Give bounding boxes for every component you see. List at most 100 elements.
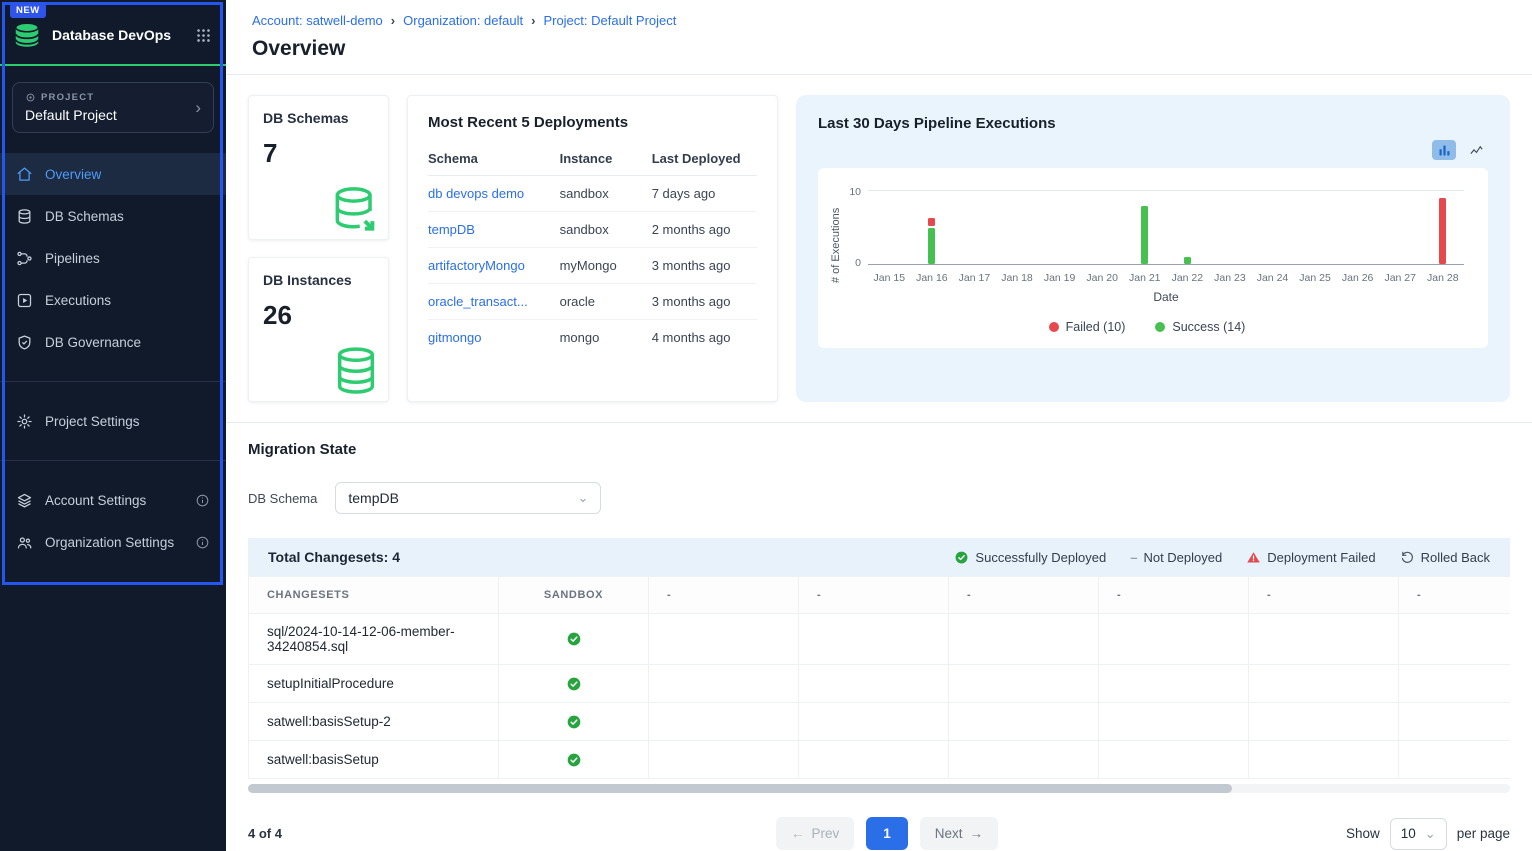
x-tick-label: Jan 25: [1294, 272, 1337, 284]
chevron-down-icon: ⌄: [577, 490, 588, 506]
sidebar-item-pipelines[interactable]: Pipelines: [0, 237, 226, 279]
info-icon[interactable]: [195, 493, 210, 508]
sidebar-item-label: DB Schemas: [45, 209, 124, 224]
chart-panel: # of Executions 10 0 Jan 15Jan 16Jan 17J…: [818, 168, 1488, 348]
page-title: Overview: [252, 37, 1506, 61]
column-header-empty: -: [949, 577, 1099, 614]
changeset-name: sql/2024-10-14-12-06-member-34240854.sql: [249, 614, 499, 665]
breadcrumb-organization-link[interactable]: Organization: default: [403, 13, 523, 28]
changeset-name: satwell:basisSetup-2: [249, 703, 499, 741]
shield-icon: [16, 334, 33, 351]
breadcrumb-account-link[interactable]: Account: satwell-demo: [252, 13, 383, 28]
divider: [0, 460, 226, 461]
x-tick-label: Jan 18: [996, 272, 1039, 284]
failed-bar-segment: [1439, 198, 1446, 264]
sidebar-item-account-settings[interactable]: Account Settings: [0, 479, 226, 521]
schema-filter-row: DB Schema tempDB ⌄: [248, 482, 1510, 514]
topbar: Account: satwell-demo › Organization: de…: [226, 0, 1532, 75]
schema-link[interactable]: db devops demo: [428, 186, 524, 201]
recent-deployments-table: Schema Instance Last Deployed db devops …: [428, 143, 757, 355]
prev-page-button[interactable]: ← Prev: [776, 817, 854, 850]
legend-item-success: Success (14): [1155, 320, 1245, 334]
breadcrumb-separator-icon: ›: [531, 13, 535, 28]
bar-column: [1294, 191, 1337, 264]
db-instances-card: DB Instances 26: [248, 257, 389, 402]
breadcrumb-project-link[interactable]: Project: Default Project: [543, 13, 676, 28]
changesets-table: CHANGESETS SANDBOX - - - - - - sql/2024-: [248, 576, 1510, 779]
bar-column: [911, 191, 954, 264]
deployment-row: artifactoryMongo myMongo 3 months ago: [428, 248, 757, 284]
horizontal-scrollbar-track[interactable]: [248, 784, 1510, 793]
changeset-name: satwell:basisSetup: [249, 741, 499, 779]
db-schema-select[interactable]: tempDB ⌄: [335, 482, 601, 514]
bar-chart-toggle-icon[interactable]: [1432, 140, 1456, 160]
sidebar-item-db-governance[interactable]: DB Governance: [0, 321, 226, 363]
y-axis-ticks: 10 0: [844, 186, 868, 269]
project-selector[interactable]: PROJECT Default Project ›: [12, 82, 214, 133]
column-header-last-deployed: Last Deployed: [652, 143, 757, 176]
column-header-empty: -: [1399, 577, 1511, 614]
schema-link[interactable]: gitmongo: [428, 330, 481, 345]
instance-cell: mongo: [560, 320, 652, 356]
failed-bar-segment: [928, 218, 935, 225]
x-tick-label: Jan 21: [1123, 272, 1166, 284]
line-chart-toggle-icon[interactable]: [1464, 140, 1488, 160]
horizontal-scrollbar-thumb[interactable]: [248, 784, 1232, 793]
project-label: PROJECT: [41, 92, 94, 103]
pagination-controls: ← Prev 1 Next →: [428, 817, 1346, 850]
apps-grid-icon[interactable]: [195, 27, 212, 44]
instance-cell: myMongo: [560, 248, 652, 284]
chart-x-labels: Jan 15Jan 16Jan 17Jan 18Jan 19Jan 20Jan …: [868, 272, 1464, 284]
changeset-row: satwell:basisSetup: [249, 741, 1511, 779]
sidebar-item-organization-settings[interactable]: Organization Settings: [0, 521, 226, 563]
changeset-row: setupInitialProcedure: [249, 665, 1511, 703]
deployment-row: tempDB sandbox 2 months ago: [428, 212, 757, 248]
divider: [0, 381, 226, 382]
x-tick-label: Jan 22: [1166, 272, 1209, 284]
row-count: 4 of 4: [248, 826, 428, 841]
page-size-controls: Show 10 ⌄ per page: [1346, 818, 1510, 850]
arrow-right-icon: →: [970, 826, 984, 841]
chart-type-toggles: [818, 140, 1488, 160]
column-header-empty: -: [649, 577, 799, 614]
total-changesets-label: Total Changesets: 4: [268, 549, 400, 565]
brand-underline: [0, 64, 226, 66]
info-icon[interactable]: [195, 535, 210, 550]
x-tick-label: Jan 20: [1081, 272, 1124, 284]
changeset-row: satwell:basisSetup-2: [249, 703, 1511, 741]
db-schemas-count: 7: [263, 138, 374, 169]
sidebar-item-db-schemas[interactable]: DB Schemas: [0, 195, 226, 237]
changeset-name: setupInitialProcedure: [249, 665, 499, 703]
column-header-empty: -: [1249, 577, 1399, 614]
column-header-schema: Schema: [428, 143, 560, 176]
sidebar-item-executions[interactable]: Executions: [0, 279, 226, 321]
recent-deployments-title: Most Recent 5 Deployments: [428, 114, 757, 131]
app-title: Database DevOps: [52, 27, 185, 43]
legend-deployment-failed: Deployment Failed: [1246, 550, 1375, 565]
bar-column: [1166, 191, 1209, 264]
changesets-header-band: Total Changesets: 4 Successfully Deploye…: [248, 538, 1510, 576]
schema-link[interactable]: artifactoryMongo: [428, 258, 525, 273]
schema-link[interactable]: tempDB: [428, 222, 475, 237]
sidebar-item-project-settings[interactable]: Project Settings: [0, 400, 226, 442]
schema-link[interactable]: oracle_transact...: [428, 294, 528, 309]
next-page-button[interactable]: Next →: [920, 817, 998, 850]
db-schema-label: DB Schema: [248, 491, 317, 506]
y-tick-label: 10: [849, 186, 861, 198]
bar-column: [1038, 191, 1081, 264]
page-size-select[interactable]: 10 ⌄: [1390, 818, 1447, 850]
sidebar-item-overview[interactable]: Overview: [0, 153, 226, 195]
success-bar-segment: [1184, 257, 1191, 264]
current-page-button[interactable]: 1: [866, 817, 908, 850]
success-check-icon: [566, 675, 582, 690]
sidebar-item-label: DB Governance: [45, 335, 141, 350]
sidebar-item-label: Overview: [45, 167, 101, 182]
new-badge: NEW: [10, 3, 46, 18]
section-divider: [226, 422, 1532, 423]
x-tick-label: Jan 24: [1251, 272, 1294, 284]
legend-rolled-back: Rolled Back: [1400, 550, 1490, 565]
x-tick-label: Jan 19: [1038, 272, 1081, 284]
project-name: Default Project: [25, 107, 117, 123]
legend-label: Success (14): [1172, 320, 1245, 334]
sidebar-item-label: Organization Settings: [45, 535, 174, 550]
